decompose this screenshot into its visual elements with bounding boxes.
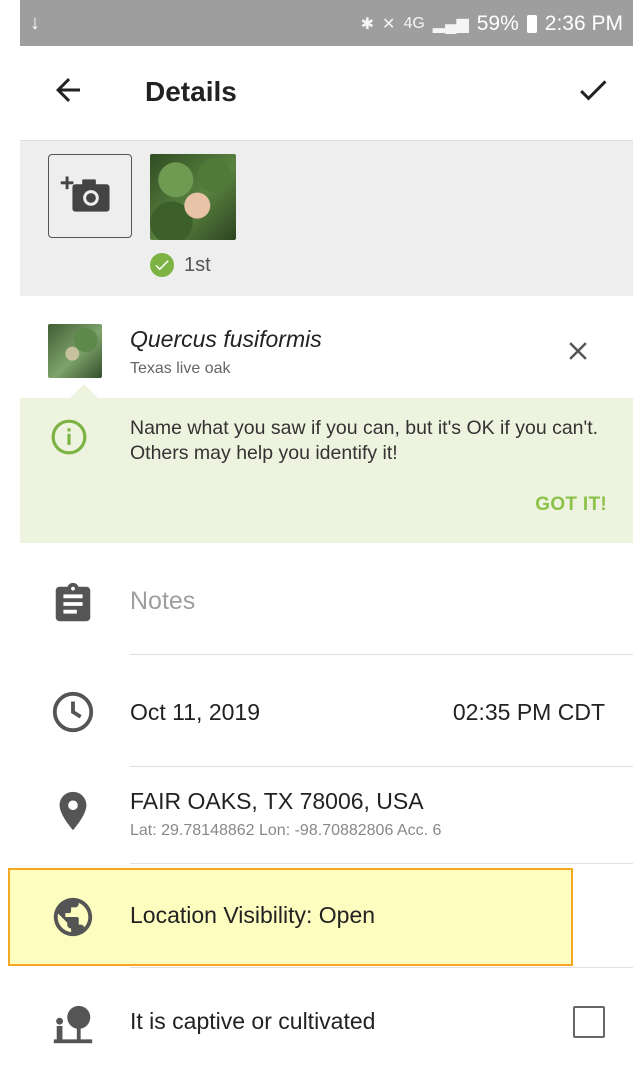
location-name: FAIR OAKS, TX 78006, USA — [130, 788, 424, 814]
location-row[interactable]: FAIR OAKS, TX 78006, USA Lat: 29.7814886… — [20, 760, 633, 864]
clear-species-icon[interactable] — [563, 336, 593, 366]
common-name: Texas live oak — [130, 360, 231, 377]
divider — [130, 966, 633, 968]
add-camera-icon — [60, 176, 110, 212]
photo-strip: 1st — [20, 141, 633, 296]
bluetooth-icon: ✱ — [360, 16, 375, 33]
got-it-button[interactable]: GOT IT! — [535, 494, 607, 516]
map-pin-icon — [59, 791, 87, 831]
location-visibility-row[interactable]: Location Visibility: Open — [8, 864, 633, 968]
clock: 2:36 PM — [544, 12, 623, 35]
network-icon: 4G — [403, 15, 425, 32]
clipboard-icon — [55, 582, 91, 622]
notes-row[interactable]: Notes — [20, 543, 633, 655]
battery-percent: 59% — [476, 12, 519, 35]
datetime-row[interactable]: Oct 11, 2019 02:35 PM CDT — [20, 655, 633, 767]
clock-icon — [52, 691, 94, 733]
first-photo-badge: 1st — [150, 253, 211, 277]
download-icon: ↓ — [30, 12, 40, 34]
captive-checkbox[interactable] — [573, 1006, 605, 1038]
species-thumbnail — [48, 324, 102, 378]
observation-photo[interactable] — [150, 154, 236, 240]
captive-label: It is captive or cultivated — [130, 1008, 376, 1034]
arrow-left-icon[interactable] — [50, 72, 86, 108]
location-coordinates: Lat: 29.78148862 Lon: -98.70882806 Acc. … — [130, 822, 442, 839]
battery-icon — [526, 15, 537, 33]
check-icon[interactable] — [575, 72, 611, 108]
status-bar: ↓ ✱ ✕ 4G ▂▄▆ 59% 2:36 PM — [20, 0, 633, 46]
scientific-name: Quercus fusiformis — [130, 326, 322, 352]
mute-icon: ✕ — [382, 16, 396, 33]
hint-text: Name what you saw if you can, but it's O… — [130, 417, 599, 464]
page-title: Details — [145, 76, 237, 107]
info-icon — [51, 419, 87, 455]
check-circle-icon — [150, 253, 174, 277]
captive-row[interactable]: It is captive or cultivated — [20, 970, 633, 1067]
identify-hint: Name what you saw if you can, but it's O… — [20, 384, 633, 543]
add-photo-button[interactable] — [48, 154, 132, 238]
location-visibility-label[interactable]: Location Visibility: Open — [130, 902, 375, 929]
observation-time[interactable]: 02:35 PM CDT — [453, 699, 605, 726]
notes-field[interactable]: Notes — [130, 587, 195, 616]
hint-arrow — [70, 384, 98, 398]
observation-date[interactable]: Oct 11, 2019 — [130, 699, 260, 726]
globe-icon — [53, 897, 93, 937]
signal-icon: ▂▄▆ — [432, 16, 469, 33]
first-badge-label: 1st — [184, 253, 211, 276]
species-row[interactable]: Quercus fusiformis Texas live oak — [20, 296, 633, 396]
app-bar: Details — [20, 46, 633, 142]
details-screen: ↓ ✱ ✕ 4G ▂▄▆ 59% 2:36 PM Details 1st Que… — [8, 0, 633, 1067]
status-icons: ✱ ✕ 4G ▂▄▆ 59% 2:36 PM — [361, 12, 623, 36]
captive-tree-icon — [53, 1005, 93, 1044]
